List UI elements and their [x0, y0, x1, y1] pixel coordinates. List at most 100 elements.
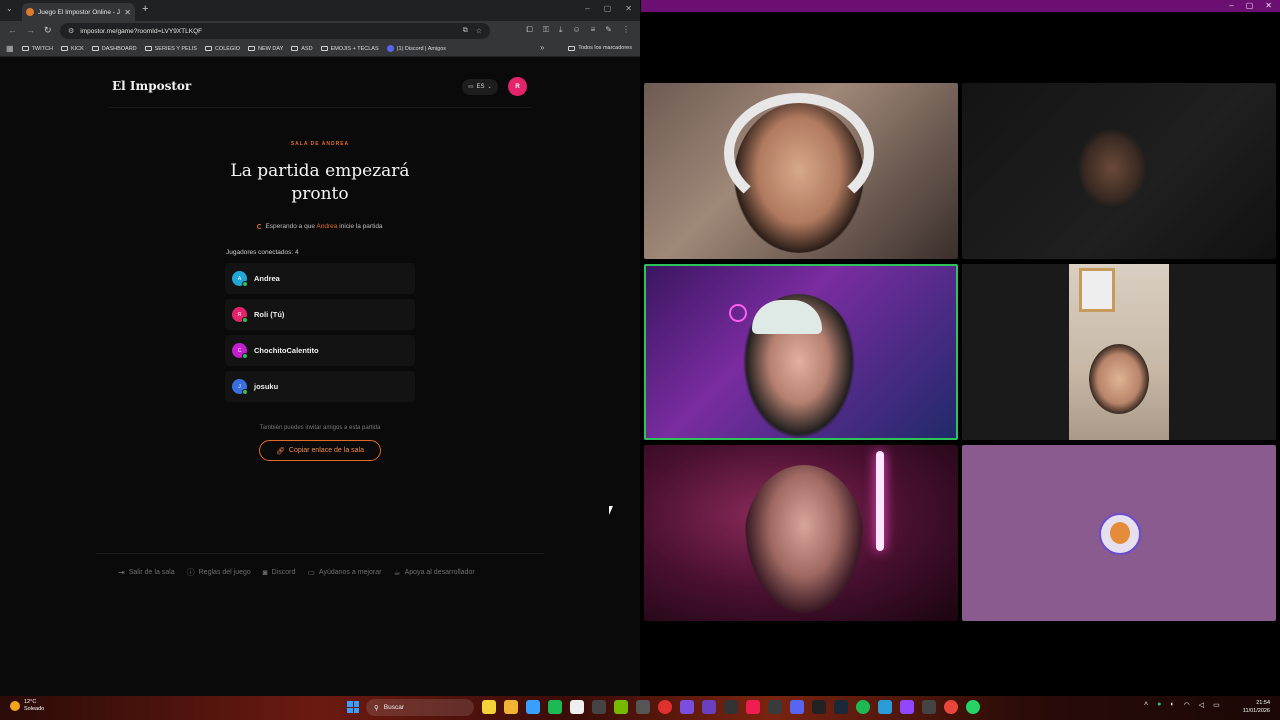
online-status-icon — [242, 317, 248, 323]
tiktok-icon[interactable] — [746, 700, 760, 714]
minimize-icon[interactable]: – — [585, 4, 589, 13]
feedback-link[interactable]: ▭ Ayúdanos a mejorar — [307, 567, 381, 578]
app-icon[interactable] — [724, 700, 738, 714]
spotify-icon[interactable] — [856, 700, 870, 714]
maximize-icon[interactable]: ▢ — [1246, 1, 1254, 10]
site-logo[interactable]: El Impostor — [112, 79, 191, 93]
menu-icon[interactable]: ⋮ — [622, 25, 630, 35]
app-icon[interactable] — [922, 700, 936, 714]
close-window-icon[interactable]: ✕ — [625, 4, 632, 13]
new-tab-icon[interactable]: + — [142, 3, 148, 15]
apps-grid-icon[interactable]: ▦ — [6, 44, 14, 53]
clock[interactable]: 21:54 11/01/2026 — [1243, 699, 1270, 715]
minimize-icon[interactable]: – — [1229, 1, 1233, 10]
bookmark-new-day[interactable]: NEW DAY — [248, 46, 283, 52]
app-icon[interactable] — [548, 700, 562, 714]
players-count-label: Jugadores conectados: 4 — [226, 249, 299, 256]
bookmark-asd[interactable]: ASD — [291, 46, 313, 52]
taskbar-search[interactable]: ⚲ Buscar — [366, 699, 474, 716]
password-icon[interactable]: ⚿ — [543, 25, 549, 35]
video-tile[interactable] — [962, 264, 1276, 440]
tab-strip: ⌄ Juego El Impostor Online - Jug ✕ + – ▢… — [0, 0, 640, 21]
chrome-icon[interactable] — [944, 700, 958, 714]
app-icon[interactable] — [636, 700, 650, 714]
app-icon[interactable] — [812, 700, 826, 714]
bookmark-star-icon[interactable]: ☆ — [476, 27, 482, 35]
leave-room-link[interactable]: ⇥ Salir de la sala — [118, 567, 175, 578]
bookmark-dashboard[interactable]: DASHBOARD — [91, 46, 137, 52]
store-icon[interactable] — [570, 700, 584, 714]
back-icon[interactable]: ← — [8, 25, 17, 35]
bookmark-emojis[interactable]: EMOJIS + TECLAS — [320, 46, 379, 52]
discord-link[interactable]: ◙ Discord — [263, 567, 296, 578]
bookmark-kick[interactable]: KICK — [60, 46, 84, 52]
discord-icon[interactable] — [790, 700, 804, 714]
folder-icon — [144, 46, 152, 51]
volume-icon[interactable]: ◁ — [1199, 701, 1204, 709]
language-selector[interactable]: es ES ⌄ — [462, 79, 498, 95]
app-icon[interactable] — [768, 700, 782, 714]
folder-icon — [568, 45, 576, 51]
more-bookmarks-icon[interactable]: » — [540, 43, 544, 52]
discord-icon: ◙ — [262, 568, 268, 577]
video-tile[interactable] — [644, 83, 958, 259]
video-tile[interactable] — [962, 83, 1276, 259]
app-icon[interactable] — [900, 700, 914, 714]
app-icon[interactable] — [592, 700, 606, 714]
tray-app-icon[interactable]: ◐ — [1170, 701, 1174, 709]
sticky-notes-icon[interactable] — [482, 700, 496, 714]
game-rules-link[interactable]: ⓘ Reglas del juego — [187, 567, 251, 578]
close-window-icon[interactable]: ✕ — [1265, 1, 1272, 10]
site-info-icon[interactable]: ⚙ — [68, 27, 74, 35]
waiting-status: Esperando a que Andrea inicie la partida — [200, 223, 440, 230]
chevron-up-icon[interactable]: ˄ — [1144, 701, 1148, 709]
pen-icon[interactable]: ✎ — [605, 25, 612, 35]
battery-icon[interactable]: ▭ — [1213, 701, 1220, 709]
bookmark-discord[interactable]: (1) Discord | Amigos — [386, 45, 446, 52]
all-bookmarks[interactable]: Todos los marcadores — [568, 45, 632, 51]
video-tile[interactable] — [644, 445, 958, 621]
copy-room-link-button[interactable]: 🔗︎ Copiar enlace de la sala — [259, 440, 381, 461]
neon-light — [729, 304, 747, 322]
video-tile-camera-off[interactable] — [962, 445, 1276, 621]
browser-window: ⌄ Juego El Impostor Online - Jug ✕ + – ▢… — [0, 0, 640, 696]
player-list: A Andrea R Roli (Tú) C ChochitoCalentito… — [225, 263, 415, 407]
footer-divider — [96, 553, 544, 554]
download-icon[interactable]: ⤓ — [559, 25, 563, 35]
player-avatar: R — [232, 307, 248, 323]
steam-icon[interactable] — [834, 700, 848, 714]
system-tray: ˄ ● ◐ ◠ ◁ ▭ — [1144, 701, 1220, 709]
browser-tab[interactable]: Juego El Impostor Online - Jug ✕ — [22, 3, 135, 21]
video-tile-active-speaker[interactable] — [644, 264, 958, 440]
app-icon[interactable] — [526, 700, 540, 714]
user-avatar[interactable]: R — [508, 77, 527, 96]
player-item: J josuku — [225, 371, 415, 402]
invite-hint: También puedes invitar amigos a esta par… — [259, 425, 381, 431]
file-explorer-icon[interactable] — [504, 700, 518, 714]
tab-search-icon[interactable]: ⌄ — [6, 4, 13, 13]
record-icon[interactable] — [658, 700, 672, 714]
reload-icon[interactable]: ↻ — [44, 25, 52, 36]
forward-icon[interactable]: → — [26, 25, 35, 35]
install-icon[interactable]: ⧉ — [463, 27, 468, 35]
app-icon[interactable] — [878, 700, 892, 714]
nvidia-icon[interactable] — [614, 700, 628, 714]
whatsapp-icon[interactable] — [966, 700, 980, 714]
tab-close-icon[interactable]: ✕ — [124, 8, 131, 17]
app-icon[interactable] — [680, 700, 694, 714]
wifi-icon[interactable]: ◠ — [1184, 701, 1190, 709]
extensions-icon[interactable]: ⧠ — [526, 25, 532, 35]
address-bar[interactable]: ⚙ impostor.me/game?roomId=LVY9XTLKQF ⧉ ☆ — [60, 23, 490, 39]
bookmark-series[interactable]: SERIES Y PELIS — [144, 46, 197, 52]
media-icon[interactable]: ≡ — [591, 25, 596, 35]
url-text: impostor.me/game?roomId=LVY9XTLKQF — [80, 27, 203, 35]
maximize-icon[interactable]: ▢ — [604, 4, 612, 13]
bookmark-twitch[interactable]: TWITCH — [21, 46, 53, 52]
weather-widget[interactable]: 12°C Soleado — [10, 699, 44, 713]
profile-icon[interactable]: ☺ — [572, 25, 580, 35]
app-icon[interactable] — [702, 700, 716, 714]
tray-app-icon[interactable]: ● — [1157, 701, 1161, 709]
support-dev-link[interactable]: ☕︎ Apoya al desarrollador — [393, 567, 474, 578]
start-button[interactable] — [347, 701, 359, 713]
bookmark-colegio[interactable]: COLEGIO — [204, 46, 240, 52]
